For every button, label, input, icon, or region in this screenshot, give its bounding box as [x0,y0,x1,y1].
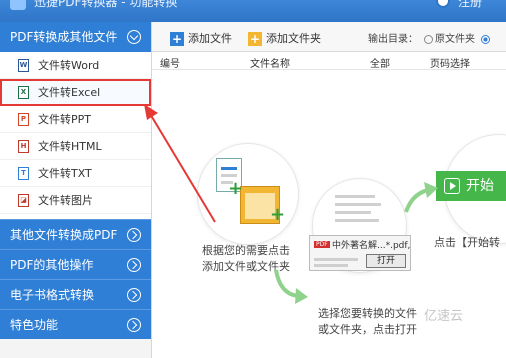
sidebar-item-label: 文件转图片 [38,194,93,207]
sidebar-item-5[interactable]: ◪ 文件转图片 [0,187,151,214]
category-label: PDF转换成其他文件 [10,30,118,44]
category-label: 特色功能 [10,318,59,332]
category-label: 电子书格式转换 [10,288,95,302]
sidebar-item-4[interactable]: T 文件转TXT [0,160,151,187]
add-file-label: 添加文件 [188,32,232,45]
chevron-right-icon [127,288,141,302]
step1-circle: + + [197,143,299,245]
start-label: 开始 [466,178,494,194]
play-icon [444,178,460,194]
category-pdf-to-other[interactable]: PDF转换成其他文件 [0,22,151,52]
open-file-dialog: PDF 中外著名解...*.pdf, 打开 [309,235,411,271]
add-folder-label: 添加文件夹 [266,32,321,45]
sidebar-item-label: 文件转PPT [38,113,91,126]
col-page-select: 页码选择 [430,59,470,70]
green-arrow-icon [274,269,308,304]
word-file-icon: W [18,59,29,72]
dialog-filename: 中外著名解...*.pdf, [332,241,411,251]
pdf-icon: PDF [314,241,330,248]
open-button: 打开 [366,254,406,268]
plus-green-icon: + [228,178,244,199]
step2-caption: 选择您要转换的文件 或文件夹，点击打开 [318,306,417,338]
output-label: 输出目录： [368,34,418,45]
window-title: 迅捷PDF转换器 - 功能转换 [34,0,178,9]
sidebar-item-label: 文件转Excel [38,86,101,99]
source-folder-label: 原文件夹 [435,34,475,45]
add-file-icon: + [170,32,184,46]
col-all[interactable]: 全部 [370,55,390,70]
output-directory: 输出目录： 原文件夹 [368,30,492,45]
title-bar: 迅捷PDF转换器 - 功能转换 注册 [0,0,506,22]
col-filename: 文件名称 [250,59,290,70]
category-2[interactable]: 电子书格式转换 [0,279,151,309]
start-illustration-button: 开始 [436,171,506,201]
col-number: 编号 [160,59,180,70]
watermark-text: 亿速云 [424,309,464,324]
step3-caption: 点击【开始转 [434,235,500,251]
step2-line2: 或文件夹，点击打开 [318,323,417,336]
category-3[interactable]: 特色功能 [0,309,151,339]
plus-green-icon: + [270,204,286,225]
green-arrow-icon [404,182,438,213]
category-label: 其他文件转换成PDF [10,228,118,242]
add-file-button[interactable]: + 添加文件 [170,30,232,46]
chevron-right-icon [127,228,141,242]
user-avatar-icon[interactable] [436,0,450,8]
step3-line1: 点击【开始转 [434,236,500,249]
sidebar-item-2[interactable]: P 文件转PPT [0,106,151,133]
category-1[interactable]: PDF的其他操作 [0,249,151,279]
sidebar-item-label: 文件转Word [38,59,100,72]
file-table-header: 编号 文件名称 全部 页码选择 [152,52,506,70]
chevron-right-icon [127,258,141,272]
radio-source-folder[interactable] [424,34,433,44]
step2-line1: 选择您要转换的文件 [318,307,417,320]
sidebar-item-label: 文件转TXT [38,167,92,180]
html-file-icon: H [18,140,29,153]
add-folder-button[interactable]: + 添加文件夹 [248,30,321,46]
category-label: PDF的其他操作 [10,258,94,272]
app-window: 迅捷PDF转换器 - 功能转换 注册 PDF转换成其他文件 W 文件转Word X 文… [0,0,506,358]
radio-custom-folder[interactable] [481,34,490,44]
chevron-down-icon [127,30,141,44]
ppt-file-icon: P [18,113,29,126]
register-link[interactable]: 注册 [458,0,482,10]
category-0[interactable]: 其他文件转换成PDF [0,219,151,249]
txt-file-icon: T [18,167,29,180]
sidebar-item-1[interactable]: X 文件转Excel [0,79,151,106]
app-logo-icon [10,0,26,10]
excel-file-icon: X [18,86,29,99]
sidebar-item-label: 文件转HTML [38,140,102,153]
image-file-icon: ◪ [18,194,29,207]
step1-line1: 根据您的需要点击 [202,244,290,257]
guide-illustration: + + 根据您的需要点击 添加文件或文件夹 PDF 中外著名解...*.pdf,… [152,70,506,358]
chevron-right-icon [127,318,141,332]
sidebar-item-0[interactable]: W 文件转Word [0,52,151,79]
sidebar: PDF转换成其他文件 W 文件转Word X 文件转Excel P 文件转PPT H 文件转H… [0,22,152,358]
add-folder-icon: + [248,32,262,46]
toolbar: + 添加文件 + 添加文件夹 输出目录： 原文件夹 [152,22,506,52]
sidebar-item-3[interactable]: H 文件转HTML [0,133,151,160]
